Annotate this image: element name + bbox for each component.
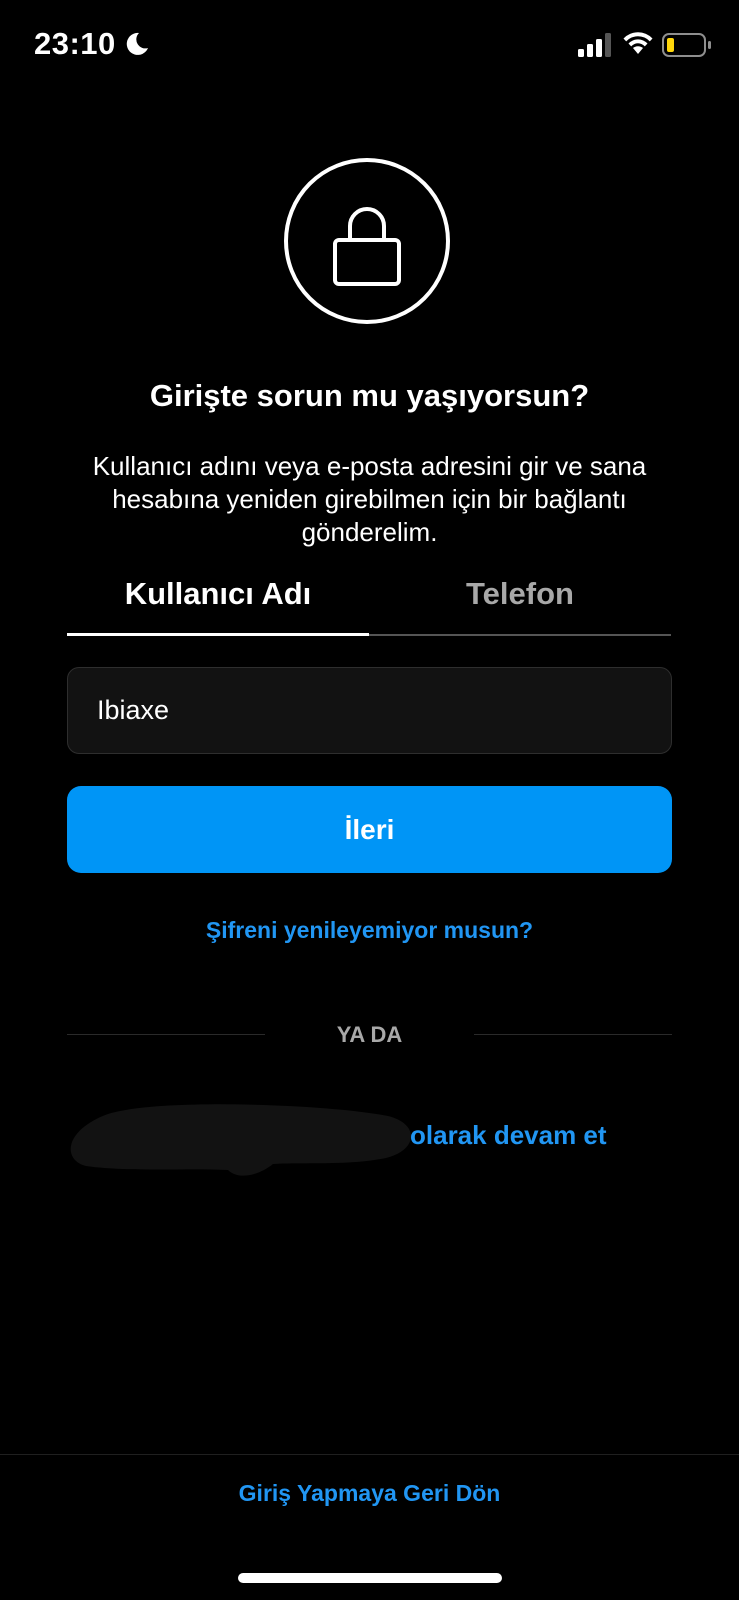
redaction-mark — [70, 1104, 412, 1176]
tab-phone[interactable]: Telefon — [369, 570, 671, 636]
or-divider: YA DA — [336, 1022, 403, 1047]
status-time: 23:10 — [34, 26, 116, 61]
next-button[interactable]: İleri — [67, 786, 672, 873]
continue-as-label: olarak devam et — [410, 1120, 607, 1150]
home-indicator[interactable] — [238, 1573, 502, 1583]
lock-icon — [333, 207, 401, 286]
moon-icon — [126, 32, 148, 55]
battery-low-icon — [662, 33, 711, 57]
back-to-login-link[interactable]: Giriş Yapmaya Geri Dön — [0, 1480, 739, 1507]
username-input[interactable] — [67, 667, 672, 754]
lock-illustration — [284, 158, 450, 324]
page-description: Kullanıcı adını veya e-posta adresini gi… — [92, 451, 647, 547]
status-bar: 23:10 — [0, 0, 739, 92]
wifi-icon — [623, 32, 653, 54]
continue-as-account-button[interactable]: olarak devam et — [68, 1100, 672, 1180]
page-title: Girişte sorun mu yaşıyorsun? — [149, 378, 590, 413]
cant-reset-password-link[interactable]: Şifreni yenileyemiyor musun? — [0, 917, 739, 944]
divider-line-right — [474, 1034, 672, 1035]
bottom-divider — [0, 1454, 739, 1455]
tab-username[interactable]: Kullanıcı Adı — [67, 570, 369, 636]
cellular-signal-icon — [578, 33, 611, 57]
method-tabs: Kullanıcı Adı Telefon — [67, 570, 672, 636]
